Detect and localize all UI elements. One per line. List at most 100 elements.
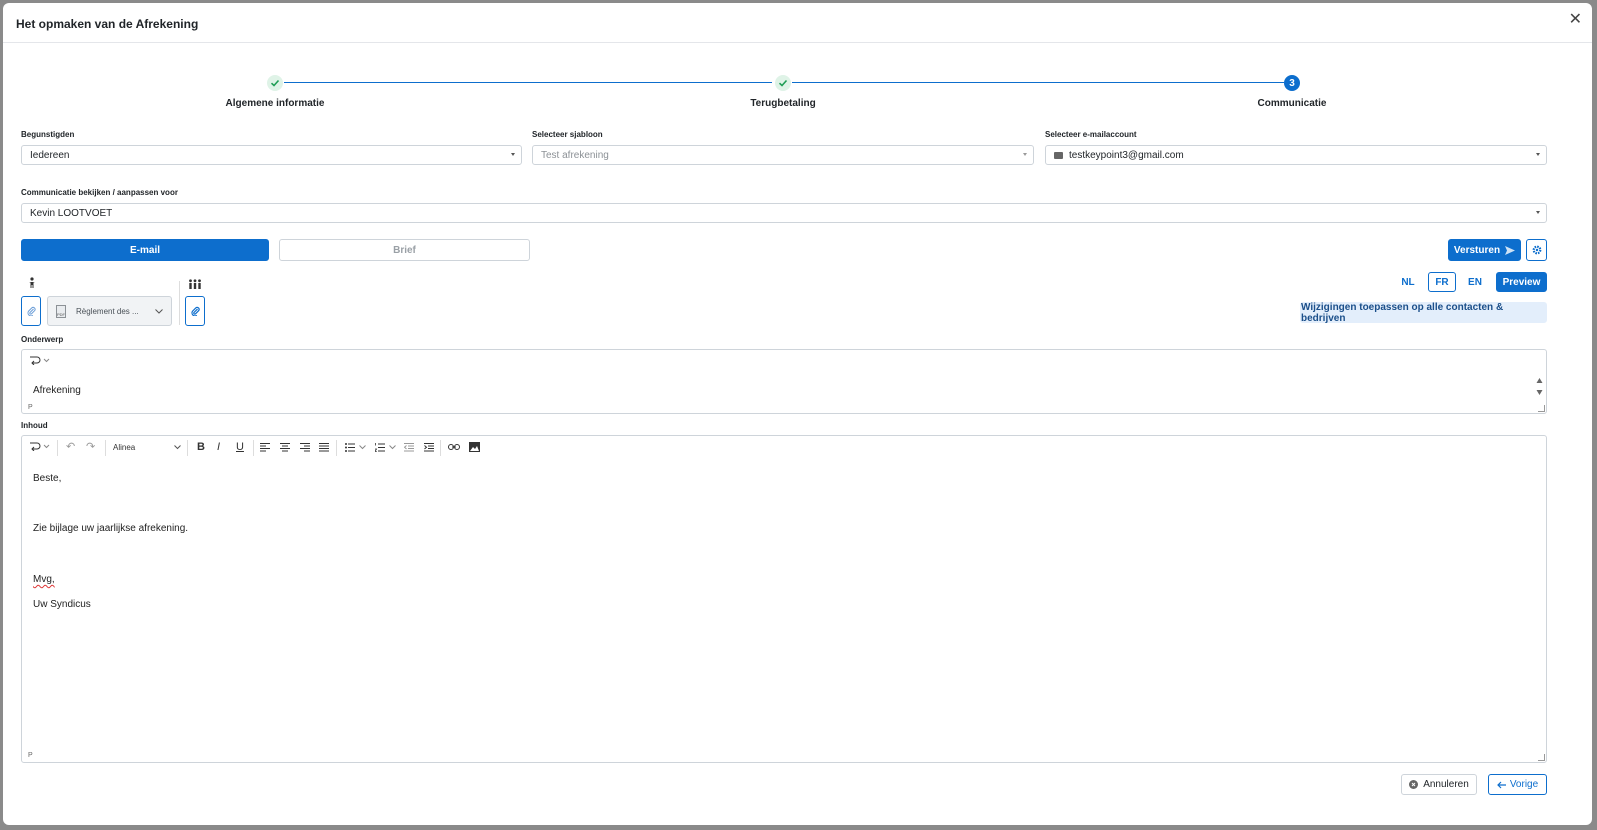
gear-icon (1532, 245, 1541, 255)
lang-fr-button[interactable]: FR (1428, 272, 1456, 292)
step-label-general: Algemene informatie (225, 98, 325, 109)
beneficiaries-select[interactable]: Iedereen (21, 145, 522, 165)
subject-path-marker: P (28, 404, 33, 411)
step-connector (284, 82, 772, 83)
caret-down-icon (1023, 153, 1027, 156)
paperclip-icon (27, 306, 36, 316)
close-icon[interactable]: ✕ (1569, 12, 1582, 28)
cancel-button[interactable]: Annuleren (1401, 774, 1477, 795)
subject-value[interactable]: Afrekening (33, 385, 81, 396)
body-line[interactable]: Beste, (33, 473, 61, 484)
toolbar-divider (57, 440, 58, 456)
email-account-label: Selecteer e-mailaccount (1045, 130, 1137, 139)
step-number-badge: 3 (1284, 75, 1300, 91)
modal-title: Het opmaken van de Afrekening (16, 17, 199, 31)
outdent-icon[interactable] (404, 443, 414, 452)
divider (179, 281, 180, 325)
single-person-icon (28, 275, 36, 293)
chevron-down-icon[interactable] (359, 445, 366, 450)
pdf-file-icon: PDF (56, 304, 66, 318)
redo-icon[interactable]: ↷ (86, 441, 95, 453)
toolbar-divider (105, 440, 106, 456)
undo-icon[interactable]: ↶ (66, 441, 75, 453)
insert-field-icon[interactable] (29, 355, 51, 368)
view-for-value: Kevin LOOTVOET (30, 207, 113, 219)
tab-letter[interactable]: Brief (279, 239, 530, 261)
attach-individual-button[interactable] (21, 296, 41, 326)
caret-down-icon (1536, 153, 1540, 156)
send-button[interactable]: Versturen (1448, 239, 1521, 261)
settings-button[interactable] (1526, 239, 1547, 261)
align-left-icon[interactable] (260, 443, 270, 452)
previous-label: Vorige (1509, 779, 1539, 790)
toolbar-divider (253, 440, 254, 456)
italic-icon[interactable]: I (217, 441, 220, 453)
underline-icon[interactable]: U (236, 441, 244, 453)
resize-handle[interactable] (1538, 405, 1545, 412)
insert-field-icon[interactable] (29, 441, 51, 454)
envelope-icon (1054, 151, 1063, 159)
body-label: Inhoud (21, 421, 48, 430)
align-right-icon[interactable] (300, 443, 310, 452)
caret-down-icon (511, 153, 515, 156)
format-select[interactable]: Alinea (113, 443, 135, 452)
group-icon (188, 276, 202, 294)
modal-dialog: Het opmaken van de Afrekening ✕ Algemene… (3, 3, 1592, 825)
link-icon[interactable] (448, 443, 460, 451)
arrow-left-icon (1496, 781, 1506, 788)
template-label: Selecteer sjabloon (532, 130, 603, 139)
toolbar-divider (187, 440, 188, 456)
cancel-label: Annuleren (1423, 779, 1469, 790)
numbered-list-icon[interactable] (375, 443, 385, 452)
email-account-value: testkeypoint3@gmail.com (1069, 149, 1184, 161)
stepper: Algemene informatie Terugbetaling 3 Comm… (3, 71, 1592, 111)
indent-icon[interactable] (424, 443, 434, 452)
attach-group-button[interactable] (185, 296, 205, 326)
apply-all-button[interactable]: Wijzigingen toepassen op alle contacten … (1300, 302, 1547, 324)
check-icon (775, 75, 791, 91)
send-label: Versturen (1453, 244, 1501, 256)
step-connector (792, 82, 1284, 83)
image-icon[interactable] (469, 442, 480, 452)
body-line[interactable]: Uw Syndicus (33, 599, 91, 610)
beneficiaries-label: Begunstigden (21, 130, 75, 139)
body-line[interactable]: Mvg, (33, 574, 55, 585)
resize-handle[interactable] (1538, 754, 1545, 761)
subject-label: Onderwerp (21, 335, 64, 344)
toolbar-divider (440, 440, 441, 456)
check-icon (267, 75, 283, 91)
chevron-down-icon[interactable] (389, 445, 396, 450)
preview-button[interactable]: Preview (1496, 272, 1547, 292)
template-value: Test afrekening (541, 149, 609, 161)
body-line[interactable]: Zie bijlage uw jaarlijkse afrekening. (33, 523, 188, 534)
send-icon (1505, 245, 1516, 255)
step-label-communication: Communicatie (1257, 98, 1327, 109)
template-select[interactable]: Test afrekening (532, 145, 1034, 165)
view-for-label: Communicatie bekijken / aanpassen voor (21, 188, 178, 197)
attachment-name: Règlement des ... (76, 306, 139, 316)
align-center-icon[interactable] (280, 443, 290, 452)
caret-down-icon (1536, 211, 1540, 214)
pdf-type-label: PDF (57, 311, 65, 317)
view-for-select[interactable]: Kevin LOOTVOET (21, 203, 1547, 223)
email-account-select[interactable]: testkeypoint3@gmail.com (1045, 145, 1547, 165)
body-editor[interactable]: ↶ ↷ Alinea B I U Beste, Zie bijlage uw j… (21, 435, 1547, 763)
scroll-arrows-icon[interactable] (1536, 377, 1543, 402)
body-path-marker: P (28, 752, 33, 759)
lang-en-button[interactable]: EN (1462, 272, 1488, 292)
chevron-down-icon (174, 445, 181, 450)
beneficiaries-value: Iedereen (30, 149, 70, 161)
attachment-file[interactable]: PDF Règlement des ... (47, 296, 172, 326)
align-justify-icon[interactable] (319, 443, 329, 452)
lang-nl-button[interactable]: NL (1395, 272, 1421, 292)
tab-email[interactable]: E-mail (21, 239, 269, 261)
previous-button[interactable]: Vorige (1488, 774, 1547, 795)
bold-icon[interactable]: B (197, 441, 205, 453)
modal-header: Het opmaken van de Afrekening ✕ (3, 3, 1592, 43)
toolbar-divider (336, 440, 337, 456)
paperclip-icon (190, 306, 200, 316)
bullet-list-icon[interactable] (345, 443, 355, 452)
cancel-circle-icon (1409, 780, 1419, 789)
subject-editor[interactable]: Afrekening P (21, 349, 1547, 414)
chevron-down-icon (155, 309, 163, 314)
